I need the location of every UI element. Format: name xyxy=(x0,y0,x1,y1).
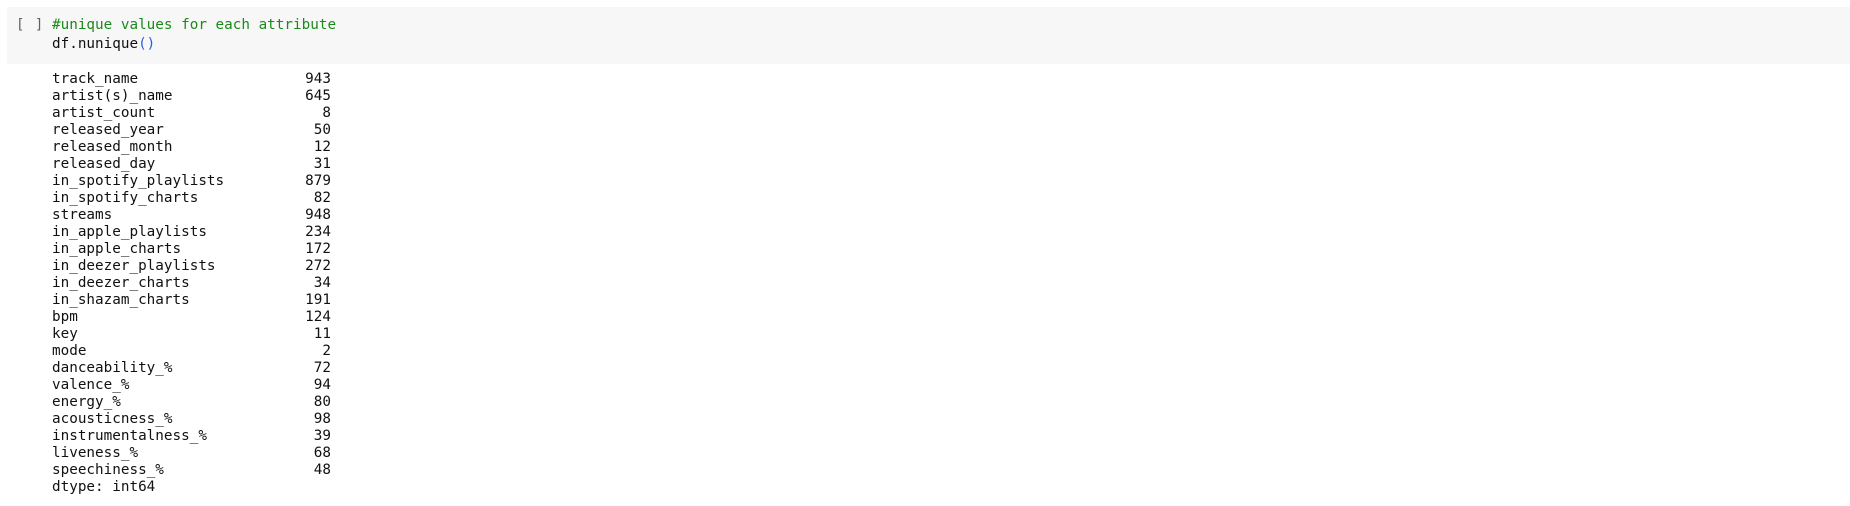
output-row: speechiness_% 48 xyxy=(52,462,331,479)
output-row-label: in_deezer_playlists xyxy=(52,258,216,274)
output-row: released_day 31 xyxy=(52,156,331,173)
output-row: in_apple_charts 172 xyxy=(52,241,331,258)
output-row-label: in_deezer_charts xyxy=(52,275,190,291)
output-row: key 11 xyxy=(52,326,331,343)
output-row: liveness_% 68 xyxy=(52,445,331,462)
output-row: in_deezer_playlists 272 xyxy=(52,258,331,275)
output-row: mode 2 xyxy=(52,343,331,360)
code-parens: () xyxy=(138,36,156,52)
output-row-value: 234 xyxy=(305,224,331,240)
output-row: released_year 50 xyxy=(52,122,331,139)
output-row-value: 2 xyxy=(322,343,331,359)
output-row: danceability_% 72 xyxy=(52,360,331,377)
output-dtype: dtype: int64 xyxy=(52,479,156,495)
output-row-value: 124 xyxy=(305,309,331,325)
output-row-label: liveness_% xyxy=(52,445,139,461)
run-cell-indicator[interactable]: [ ] xyxy=(16,17,44,33)
output-row-label: in_spotify_charts xyxy=(52,190,199,206)
output-row-value: 879 xyxy=(305,173,331,189)
code-input-area[interactable]: [ ] #unique values for each attribute df… xyxy=(7,7,1850,64)
output-row: in_spotify_charts 82 xyxy=(52,190,331,207)
output-row-value: 34 xyxy=(313,275,331,291)
output-row-value: 39 xyxy=(313,428,331,444)
output-row-value: 48 xyxy=(313,462,331,478)
output-row-label: streams xyxy=(52,207,113,223)
code-comment: #unique values for each attribute xyxy=(52,17,337,33)
output-row-label: released_month xyxy=(52,139,173,155)
output-row-value: 72 xyxy=(313,360,331,376)
output-row-value: 943 xyxy=(305,71,331,87)
output-row-value: 98 xyxy=(313,411,331,427)
cell-output: track_name 943 artist(s)_name 645 artist_cou… xyxy=(52,71,331,496)
output-row-label: valence_% xyxy=(52,377,130,393)
output-row-value: 31 xyxy=(313,156,331,172)
output-row-label: in_shazam_charts xyxy=(52,292,190,308)
output-row-label: acousticness_% xyxy=(52,411,173,427)
output-row: acousticness_% 98 xyxy=(52,411,331,428)
output-row-label: in_spotify_playlists xyxy=(52,173,225,189)
output-row: bpm 124 xyxy=(52,309,331,326)
output-row-label: artist_count xyxy=(52,105,156,121)
output-row-value: 50 xyxy=(313,122,331,138)
output-row-value: 12 xyxy=(313,139,331,155)
output-row: in_deezer_charts 34 xyxy=(52,275,331,292)
output-row: instrumentalness_% 39 xyxy=(52,428,331,445)
output-row-label: instrumentalness_% xyxy=(52,428,207,444)
output-row-label: released_year xyxy=(52,122,164,138)
output-row: artist(s)_name 645 xyxy=(52,88,331,105)
output-row-value: 191 xyxy=(305,292,331,308)
output-series: track_name 943 artist(s)_name 645 artist_cou… xyxy=(52,71,331,479)
output-row: released_month 12 xyxy=(52,139,331,156)
output-row: in_spotify_playlists 879 xyxy=(52,173,331,190)
output-row-value: 11 xyxy=(313,326,331,342)
output-row-label: released_day xyxy=(52,156,156,172)
output-row-value: 68 xyxy=(313,445,331,461)
output-row-label: in_apple_charts xyxy=(52,241,182,257)
output-row-value: 172 xyxy=(305,241,331,257)
output-row-value: 8 xyxy=(322,105,331,121)
output-row: streams 948 xyxy=(52,207,331,224)
code-editor[interactable]: #unique values for each attribute df.nun… xyxy=(52,16,336,54)
output-row-label: speechiness_% xyxy=(52,462,164,478)
output-row-label: bpm xyxy=(52,309,78,325)
output-row-value: 645 xyxy=(305,88,331,104)
output-row-label: in_apple_playlists xyxy=(52,224,207,240)
output-row: in_apple_playlists 234 xyxy=(52,224,331,241)
output-row: energy_% 80 xyxy=(52,394,331,411)
output-row-label: key xyxy=(52,326,78,342)
code-statement: df.nunique xyxy=(52,36,139,52)
output-row: in_shazam_charts 191 xyxy=(52,292,331,309)
output-row-label: energy_% xyxy=(52,394,121,410)
output-row-value: 272 xyxy=(305,258,331,274)
output-row-label: mode xyxy=(52,343,87,359)
output-row-value: 80 xyxy=(313,394,331,410)
output-row: track_name 943 xyxy=(52,71,331,88)
output-row-label: artist(s)_name xyxy=(52,88,173,104)
output-row: artist_count 8 xyxy=(52,105,331,122)
output-row-value: 948 xyxy=(305,207,331,223)
output-row-value: 94 xyxy=(313,377,331,393)
output-row: valence_% 94 xyxy=(52,377,331,394)
output-row-label: danceability_% xyxy=(52,360,173,376)
output-row-label: track_name xyxy=(52,71,139,87)
output-row-value: 82 xyxy=(313,190,331,206)
